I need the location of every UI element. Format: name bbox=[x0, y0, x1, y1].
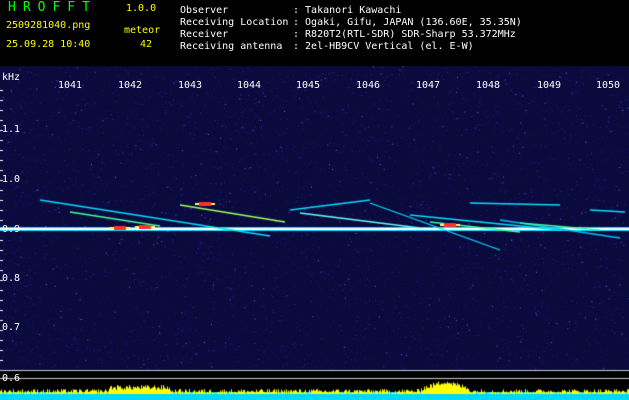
time-tick: 1044 bbox=[237, 80, 262, 91]
info-value-observer: : Takanori Kawachi bbox=[293, 5, 402, 16]
info-label-observer: Observer bbox=[180, 5, 229, 16]
freq-tick: 1.0 bbox=[2, 174, 21, 185]
freq-tick: 0.9 bbox=[2, 224, 21, 235]
time-tick: 1047 bbox=[416, 80, 441, 91]
time-tick: 1046 bbox=[356, 80, 381, 91]
time-tick: 1041 bbox=[58, 80, 83, 91]
meteor-label: meteor bbox=[124, 25, 161, 36]
info-label-location: Receiving Location bbox=[180, 17, 289, 28]
filename-label: 2509281040.png bbox=[6, 20, 91, 31]
app-title: HROFFT bbox=[8, 0, 97, 15]
spectrogram-canvas bbox=[0, 0, 629, 400]
info-value-antenna: : 2el-HB9CV Vertical (el. E-W) bbox=[293, 41, 474, 52]
datetime-label: 25.09.28 10:40 bbox=[6, 39, 91, 50]
freq-tick: 1.1 bbox=[2, 124, 21, 135]
hrofft-window: { "header": { "app_name": "HROFFT", "ver… bbox=[0, 0, 629, 400]
info-value-location: : Ogaki, Gifu, JAPAN (136.60E, 35.35N) bbox=[293, 17, 522, 28]
unit-label: kHz bbox=[2, 72, 21, 83]
info-label-antenna: Receiving antenna bbox=[180, 41, 283, 52]
info-label-receiver: Receiver bbox=[180, 29, 229, 40]
time-tick: 1048 bbox=[476, 80, 501, 91]
freq-tick: 0.7 bbox=[2, 322, 21, 333]
meteor-count: 42 bbox=[140, 39, 153, 50]
time-tick: 1049 bbox=[537, 80, 562, 91]
freq-tick: 0.6 bbox=[2, 373, 21, 384]
freq-tick: 0.8 bbox=[2, 273, 21, 284]
app-version: 1.0.0 bbox=[126, 3, 157, 14]
info-value-receiver: : R820T2(RTL-SDR) SDR-Sharp 53.372MHz bbox=[293, 29, 516, 40]
time-tick: 1045 bbox=[296, 80, 321, 91]
time-tick: 1050 bbox=[596, 80, 621, 91]
time-tick: 1042 bbox=[118, 80, 143, 91]
time-tick: 1043 bbox=[178, 80, 203, 91]
